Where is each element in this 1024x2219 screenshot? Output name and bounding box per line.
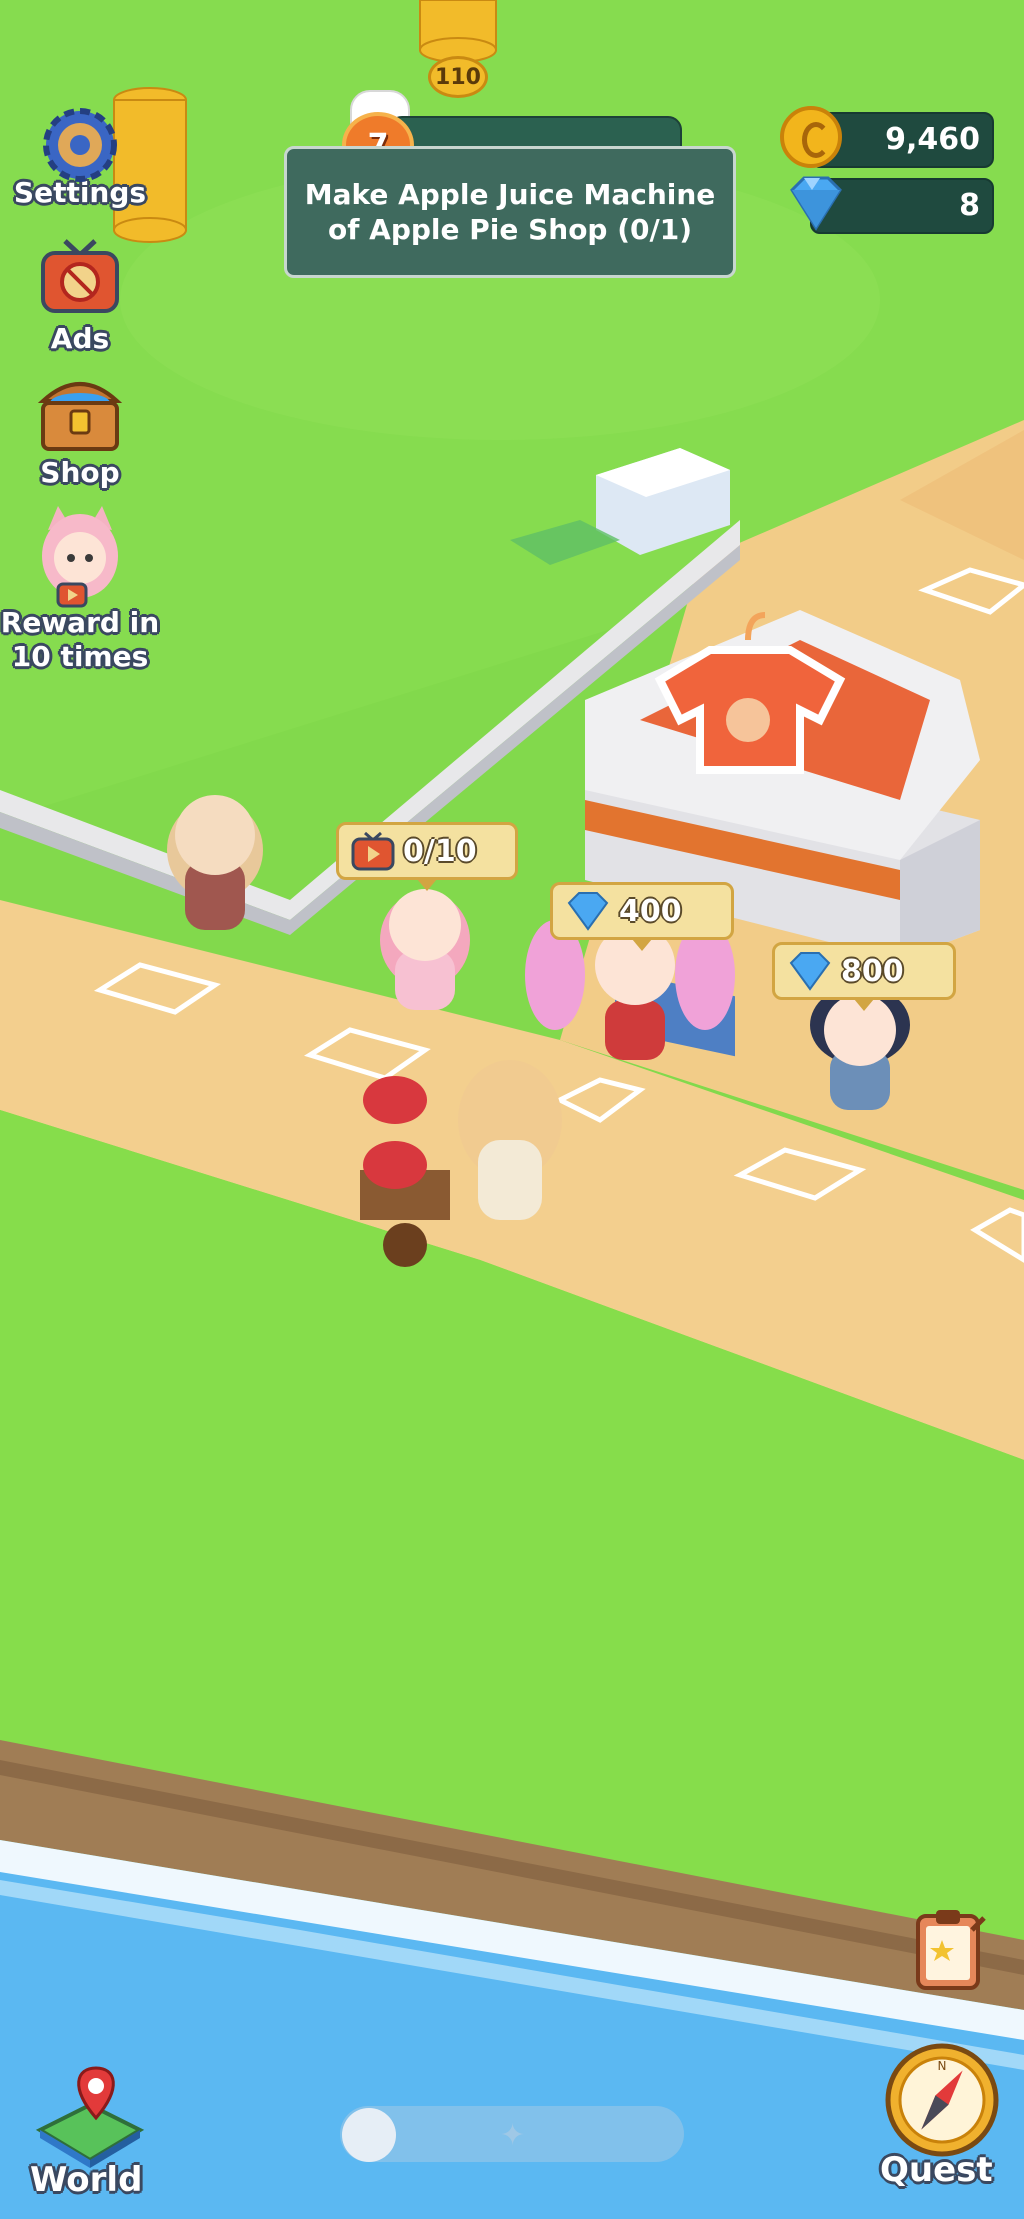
- reward-ad-button[interactable]: Reward in 10 times: [0, 500, 160, 674]
- gem-amount: 8: [959, 188, 980, 223]
- ads-button[interactable]: Ads: [0, 232, 160, 356]
- gem-price-bubble-400[interactable]: 400: [550, 882, 734, 951]
- coin-stack-top: [419, 0, 497, 63]
- current-quest-panel[interactable]: Make Apple Juice Machine of Apple Pie Sho…: [284, 146, 736, 278]
- coin-amount: 9,460: [885, 122, 980, 157]
- top-counter: 110: [428, 56, 488, 98]
- character-ad-icon: [42, 506, 118, 608]
- reward-label-line2: 10 times: [11, 640, 149, 673]
- reward-label-line1: Reward in: [0, 606, 160, 639]
- gem-icon: [567, 892, 609, 931]
- shop-label: Shop: [40, 456, 120, 489]
- gem-icon: [790, 176, 842, 231]
- gem-icon: [789, 952, 831, 991]
- gem-price-800-text: 800: [841, 953, 904, 989]
- gear-icon: [43, 108, 117, 182]
- map-pin-icon: [35, 2066, 145, 2168]
- treasure-chest-icon: [37, 382, 123, 451]
- quest-button[interactable]: N Quest: [874, 2040, 1024, 2210]
- quest-text: Make Apple Juice Machine of Apple Pie Sho…: [291, 177, 730, 247]
- compass-icon: N: [885, 2043, 999, 2157]
- quest-clipboard-icon[interactable]: [910, 1906, 990, 1992]
- shop-button[interactable]: Shop: [0, 368, 160, 490]
- settings-button[interactable]: Settings: [0, 100, 160, 210]
- quest-text-line2: of Apple Pie Shop (0/1): [327, 213, 693, 246]
- ad-progress-text: 0/10: [403, 833, 477, 869]
- ad-progress-bubble[interactable]: 0/10: [336, 822, 518, 891]
- svg-text:N: N: [938, 2059, 947, 2073]
- page-slider-knob[interactable]: [342, 2108, 396, 2162]
- tv-icon: [41, 239, 119, 313]
- top-counter-value: 110: [435, 64, 481, 90]
- coin-icon: [780, 106, 842, 168]
- sparkle-icon: ✦: [500, 2118, 526, 2153]
- quest-label: Quest: [880, 2150, 993, 2190]
- gem-price-bubble-800[interactable]: 800: [772, 942, 956, 1011]
- reward-label: Reward in 10 times: [0, 606, 160, 674]
- ads-label: Ads: [50, 322, 110, 355]
- quest-text-line1: Make Apple Juice Machine: [304, 178, 716, 211]
- gem-price-400-text: 400: [619, 893, 682, 929]
- tv-play-icon: [351, 831, 395, 871]
- world-label: World: [30, 2160, 143, 2200]
- world-button[interactable]: World: [20, 2060, 160, 2210]
